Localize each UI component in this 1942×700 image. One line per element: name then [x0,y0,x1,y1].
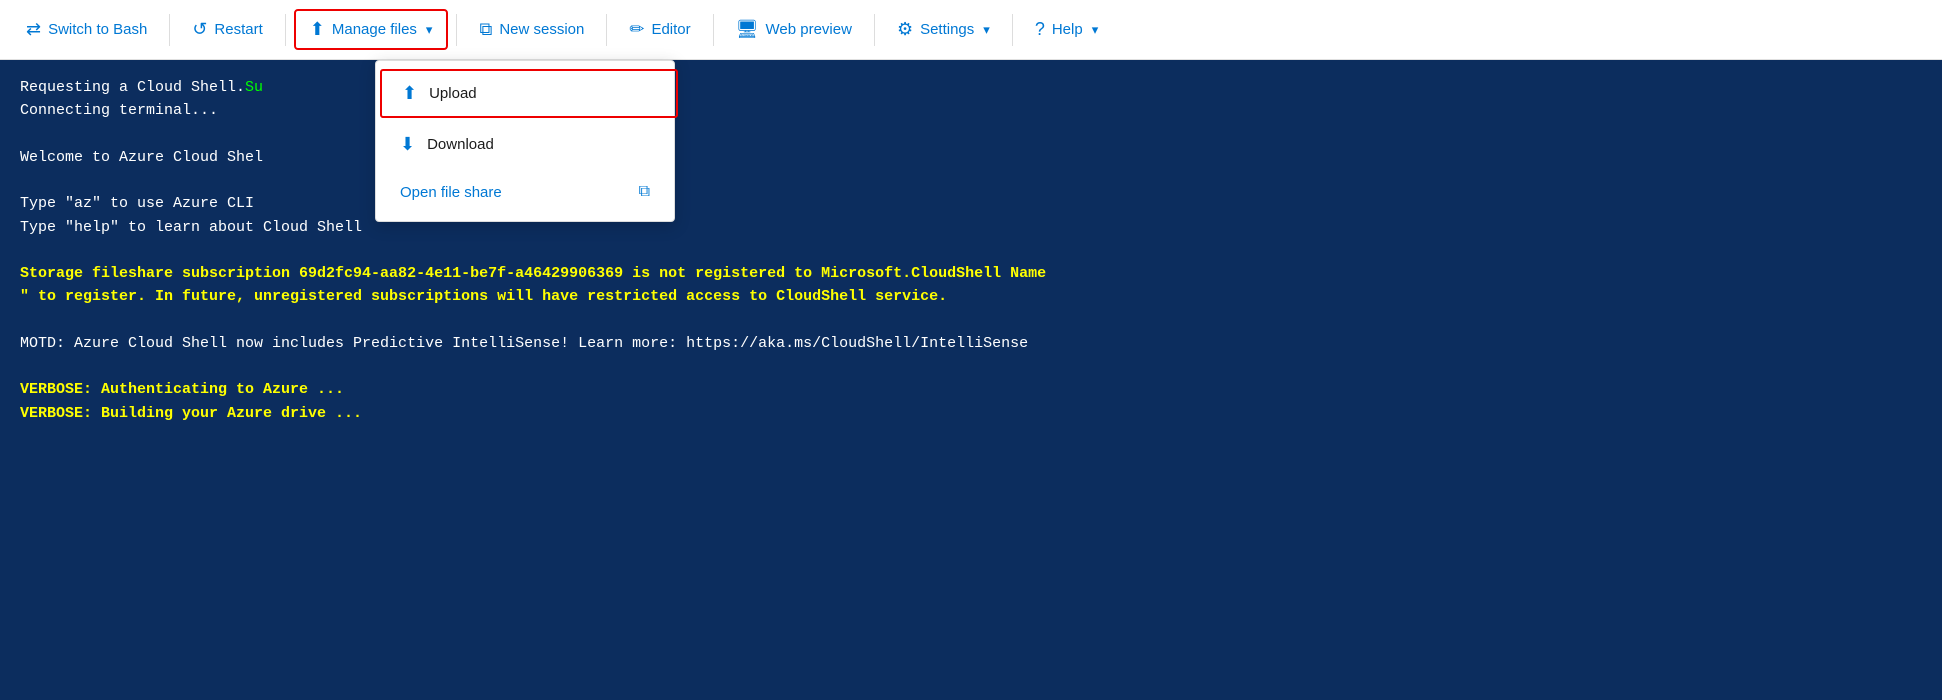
toolbar: ⇄ Switch to Bash ↺ Restart ⬆ Manage file… [0,0,1942,60]
upload-label: Upload [429,85,477,102]
editor-label: Editor [651,21,690,38]
divider-5 [713,14,714,46]
restart-label: Restart [214,21,262,38]
help-icon: ? [1035,19,1045,40]
settings-button[interactable]: ⚙ Settings ▾ [883,11,1004,48]
external-link-icon: ⧉ [639,183,650,201]
terminal-line-8 [20,239,1922,262]
open-file-share-label: Open file share [400,184,502,201]
divider-7 [1012,14,1013,46]
terminal-verbose-1: VERBOSE: Authenticating to Azure ... [20,378,1922,401]
switch-to-bash-button[interactable]: ⇄ Switch to Bash [12,11,161,48]
web-preview-label: Web preview [766,21,852,38]
terminal-line-5 [20,169,1922,192]
download-icon: ⬇ [400,134,415,155]
web-preview-button[interactable]: 🖥 Web preview [722,11,866,48]
open-file-share-menu-item[interactable]: Open file share ⧉ [376,169,674,215]
download-label: Download [427,136,494,153]
restart-button[interactable]: ↺ Restart [178,11,276,48]
editor-icon: ✏ [629,19,644,40]
terminal-line-6: Type "az" to use Azure CLI [20,192,1922,215]
terminal-motd: MOTD: Azure Cloud Shell now includes Pre… [20,332,1922,355]
terminal-line-3 [20,123,1922,146]
web-preview-icon: 🖥 [736,19,759,40]
restart-icon: ↺ [192,19,207,40]
terminal-line-7: Type "help" to learn about Cloud Shell [20,216,1922,239]
terminal-warn-2: " to register. In future, unregistered s… [20,285,1922,308]
help-chevron-icon: ▾ [1092,22,1099,38]
terminal-line-4: Welcome to Azure Cloud Shel [20,146,1922,169]
new-session-button[interactable]: ⧉ New session [465,11,598,48]
terminal-line-10 [20,355,1922,378]
upload-icon: ⬆ [402,83,417,104]
divider-2 [285,14,286,46]
divider-1 [169,14,170,46]
terminal-line-9 [20,309,1922,332]
switch-bash-label: Switch to Bash [48,21,147,38]
switch-bash-icon: ⇄ [26,19,41,40]
terminal-warn-1: Storage fileshare subscription 69d2fc94-… [20,262,1922,285]
terminal: Requesting a Cloud Shell.Su Connecting t… [0,60,1942,700]
manage-files-chevron-icon: ▾ [426,22,433,38]
editor-button[interactable]: ✏ Editor [615,11,704,48]
manage-files-dropdown: ⬆ Upload ⬇ Download Open file share ⧉ [375,60,675,222]
terminal-line-1: Requesting a Cloud Shell.Su [20,76,1922,99]
new-session-icon: ⧉ [479,19,492,40]
divider-6 [874,14,875,46]
download-menu-item[interactable]: ⬇ Download [376,120,674,169]
help-label: Help [1052,21,1083,38]
manage-files-icon: ⬆ [310,19,325,40]
settings-chevron-icon: ▾ [983,22,990,38]
divider-4 [606,14,607,46]
manage-files-label: Manage files [332,21,417,38]
settings-label: Settings [920,21,974,38]
divider-3 [456,14,457,46]
terminal-verbose-2: VERBOSE: Building your Azure drive ... [20,402,1922,425]
manage-files-button[interactable]: ⬆ Manage files ▾ [294,9,449,50]
help-button[interactable]: ? Help ▾ [1021,11,1112,48]
new-session-label: New session [499,21,584,38]
settings-icon: ⚙ [897,19,913,40]
upload-menu-item[interactable]: ⬆ Upload [380,69,678,118]
terminal-line-2: Connecting terminal... [20,99,1922,122]
